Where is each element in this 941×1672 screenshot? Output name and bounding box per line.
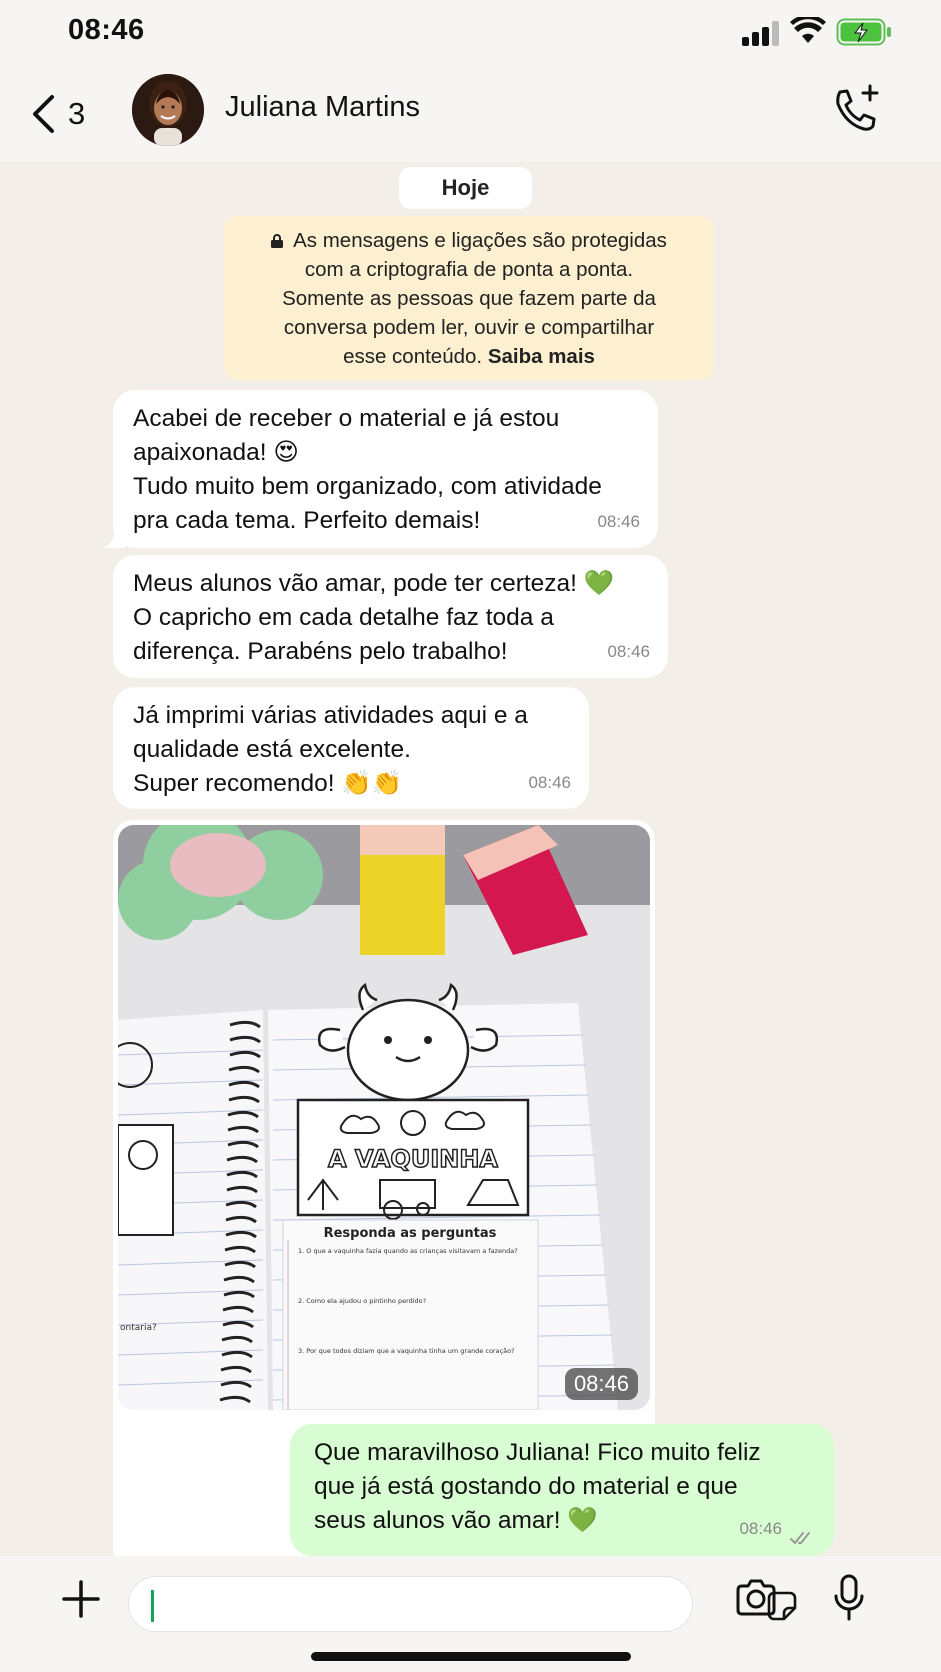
outgoing-message[interactable]: Que maravilhoso Juliana! Fico muito feli…	[290, 1424, 834, 1556]
photo-time: 08:46	[564, 1368, 638, 1400]
notebook-photo: ontaria? A VAQUINHA Responda as pergunta…	[118, 825, 650, 1410]
message-text: apaixonada! 😍	[133, 439, 299, 466]
chat-area[interactable]: Hoje As mensagens e ligações são protegi…	[0, 162, 941, 1570]
message-text: Que maravilhoso Juliana! Fico muito feli…	[314, 1439, 761, 1466]
encryption-text: com a criptografia de ponta a ponta.	[304, 258, 634, 281]
encryption-notice[interactable]: As mensagens e ligações são protegidas c…	[224, 216, 714, 380]
plus-icon[interactable]	[60, 1578, 102, 1620]
double-check-icon	[790, 1532, 810, 1545]
encryption-text: esse conteúdo.	[343, 345, 483, 368]
battery-charging-icon	[836, 18, 891, 46]
input-bar	[0, 1556, 941, 1672]
message-text: qualidade está excelente.	[133, 736, 411, 763]
message-text: Super recomendo! 👏👏	[133, 770, 403, 797]
message-text: pra cada tema. Perfeito demais!	[133, 507, 481, 534]
date-chip: Hoje	[399, 167, 532, 209]
encryption-line-last: esse conteúdo. Saiba mais	[242, 342, 696, 371]
worksheet-question: 2. Como ela ajudou o pintinho perdido?	[298, 1297, 426, 1305]
unread-count: 3	[68, 96, 86, 131]
message-input[interactable]	[128, 1576, 797, 1632]
message-time: 08:46	[607, 642, 650, 661]
message-text: O capricho em cada detalhe faz toda a	[133, 604, 554, 631]
incoming-message[interactable]: Acabei de receber o material e já estou …	[103, 390, 658, 548]
message-text: Acabei de receber o material e já estou	[133, 405, 560, 432]
back-chevron-icon	[33, 95, 54, 133]
worksheet-title: A VAQUINHA	[328, 1145, 498, 1173]
bubble-tail	[103, 530, 125, 548]
add-call-icon[interactable]	[830, 84, 882, 136]
message-text: diferença. Parabéns pelo trabalho!	[133, 638, 508, 665]
contact-name[interactable]: Juliana Martins	[225, 91, 420, 124]
wifi-icon	[790, 17, 826, 43]
photo[interactable]: ontaria? A VAQUINHA Responda as pergunta…	[118, 825, 650, 1410]
message-text: seus alunos vão amar! 💚	[314, 1507, 598, 1534]
message-time: 08:46	[739, 1519, 782, 1538]
learn-more-link[interactable]: Saiba mais	[488, 345, 595, 368]
status-bar: 08:46	[0, 0, 941, 66]
text-cursor	[151, 1590, 154, 1622]
camera-icon[interactable]	[734, 1578, 778, 1618]
signal-icon	[742, 20, 782, 46]
message-time: 08:46	[528, 773, 571, 792]
avatar-image	[132, 74, 204, 146]
incoming-message[interactable]: Meus alunos vão amar, pode ter certeza! …	[113, 555, 668, 678]
message-text: Meus alunos vão amar, pode ter certeza! …	[133, 570, 615, 597]
encryption-text: Somente as pessoas que fazem parte da	[282, 287, 656, 310]
lock-icon	[271, 227, 284, 248]
status-time: 08:46	[68, 14, 145, 46]
encryption-text: As mensagens e ligações são protegidas	[293, 229, 667, 252]
avatar[interactable]	[132, 74, 204, 146]
home-indicator	[311, 1652, 631, 1661]
message-text: Já imprimi várias atividades aqui e a	[133, 702, 528, 729]
incoming-message[interactable]: Já imprimi várias atividades aqui e a qu…	[113, 687, 589, 809]
message-text: Tudo muito bem organizado, com atividade	[133, 473, 602, 500]
worksheet-question: 3. Por que todos diziam que a vaquinha t…	[298, 1347, 515, 1355]
microphone-icon[interactable]	[832, 1574, 866, 1622]
message-time: 08:46	[597, 512, 640, 531]
left-page-fragment: ontaria?	[120, 1323, 157, 1333]
worksheet-question: 1. O que a vaquinha fazia quando as cria…	[298, 1247, 518, 1255]
message-text: que já está gostando do material e que	[314, 1473, 738, 1500]
encryption-text: conversa podem ler, ouvir e compartilhar	[283, 316, 655, 339]
chat-header: 3 Juliana Martins	[0, 66, 941, 162]
encryption-line-1: As mensagens e ligações são protegidas	[242, 226, 696, 255]
worksheet-heading: Responda as perguntas	[324, 1226, 497, 1241]
back-button[interactable]: 3	[30, 86, 110, 142]
